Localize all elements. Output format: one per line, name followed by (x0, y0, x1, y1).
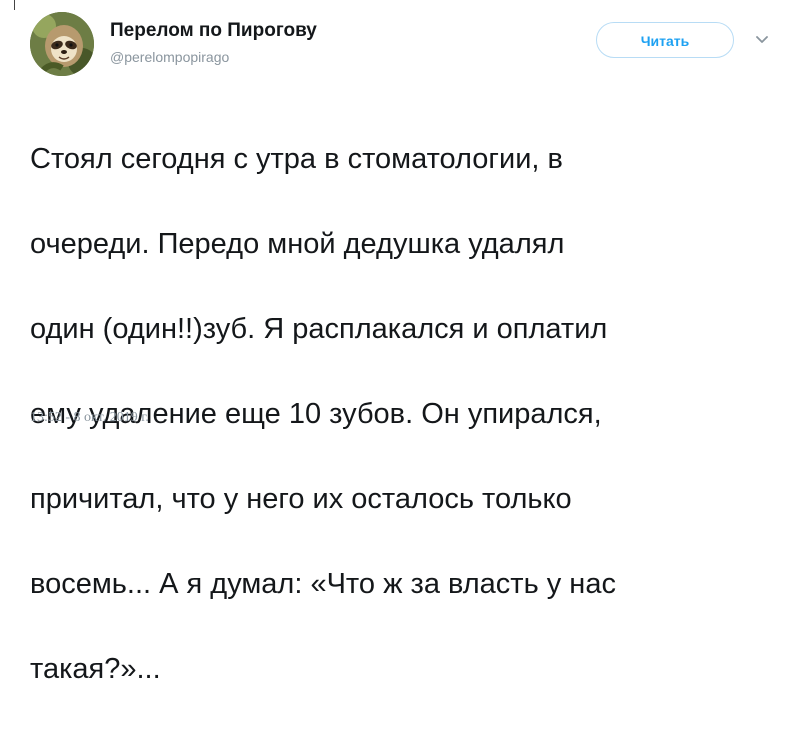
tweet-text-line: очереди. Передо мной дедушка удалял (30, 227, 565, 260)
tweet-text-line: Стоял сегодня с утра в стоматологии, в (30, 142, 563, 175)
tweet-text-line: такая?»... (30, 652, 161, 685)
tweet-timestamp[interactable]: 13:52 - 8 окт. 2019 г. (30, 410, 149, 426)
tweet-header: Перелом по Пирогову @perelompopirago Чит… (30, 12, 780, 82)
follow-button[interactable]: Читать (596, 22, 734, 58)
author-handle[interactable]: @perelompopirago (110, 47, 317, 67)
tweet-text-line: один (один!!)зуб. Я расплакался и оплати… (30, 312, 608, 345)
thread-line (14, 0, 15, 10)
avatar[interactable] (30, 12, 94, 76)
sloth-avatar-image (30, 12, 94, 76)
tweet-card: Перелом по Пирогову @perelompopirago Чит… (0, 0, 800, 685)
author-block: Перелом по Пирогову @perelompopirago (110, 19, 317, 67)
chevron-down-icon[interactable] (752, 30, 772, 50)
tweet-text-line: восемь... А я думал: «Что ж за власть у … (30, 567, 616, 600)
author-display-name[interactable]: Перелом по Пирогову (110, 19, 317, 43)
tweet-text-line: причитал, что у него их осталось только (30, 482, 572, 515)
